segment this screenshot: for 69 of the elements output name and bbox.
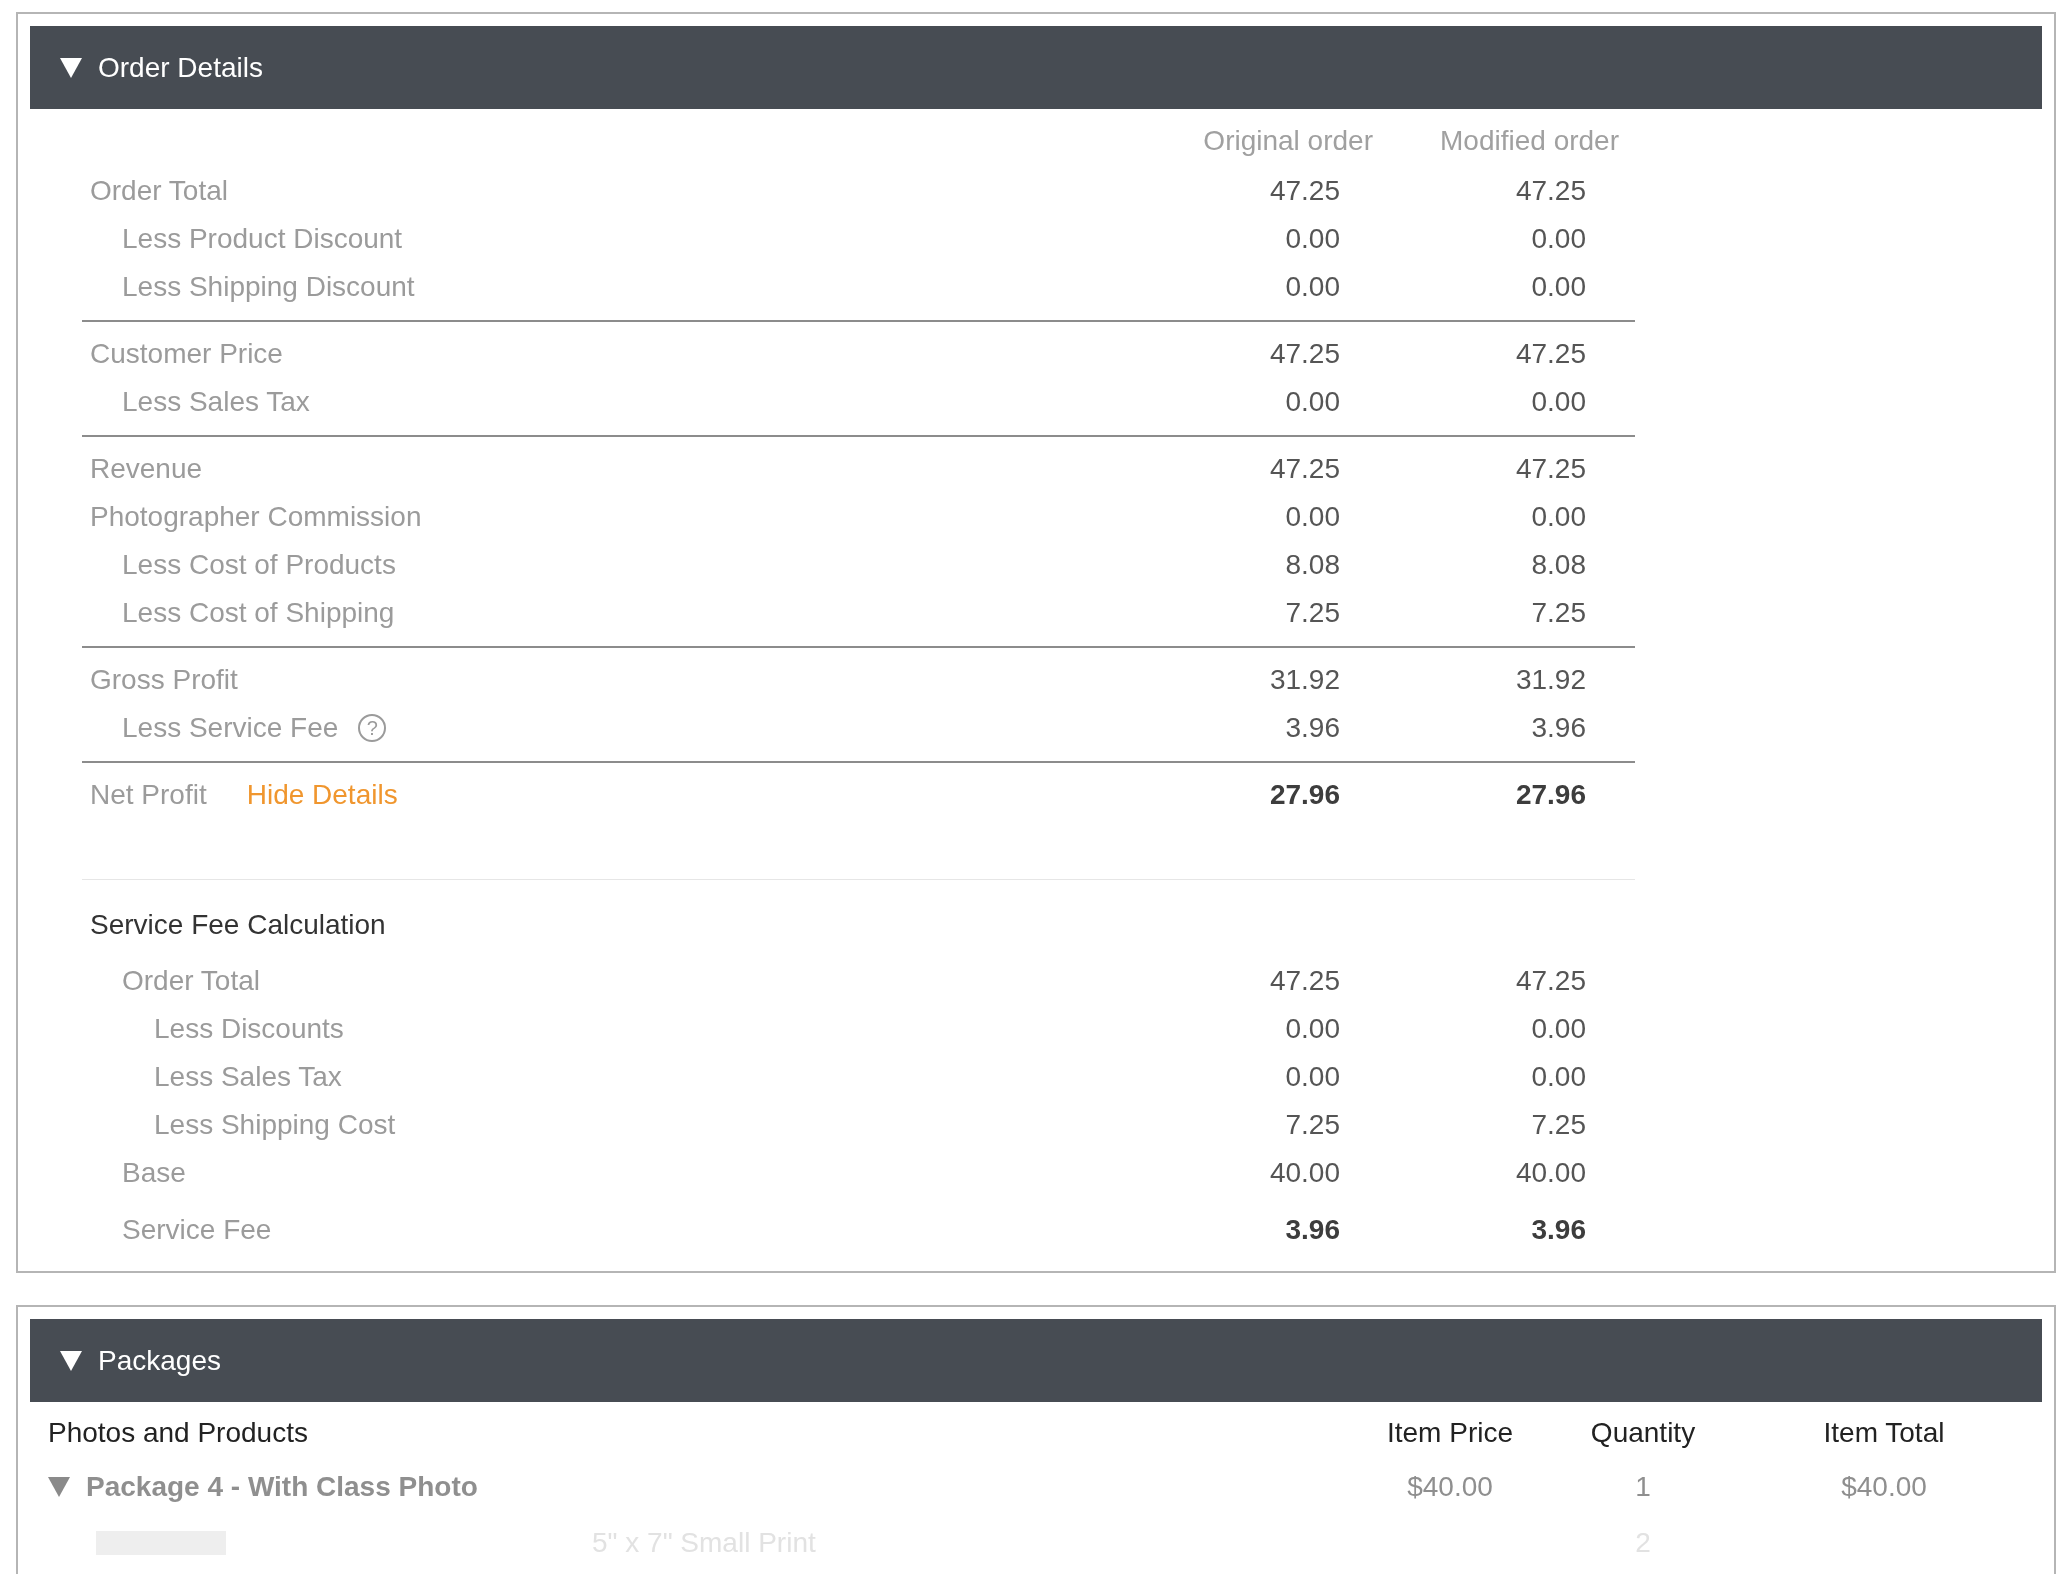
- column-header: Photos and Products: [48, 1416, 309, 1450]
- section-header[interactable]: Packages: [30, 1319, 2042, 1402]
- value-cell-text: 3.96: [1530, 1214, 1587, 1246]
- value-cell-text: 7.25: [1530, 597, 1587, 629]
- value-cell-text: 0.00: [1530, 223, 1587, 255]
- value-cell-text: 0.00: [1284, 1061, 1341, 1093]
- row-label: Revenue: [90, 453, 203, 485]
- value-cell-text: 47.25: [1514, 965, 1587, 997]
- value-cell-text: 7.25: [1530, 1109, 1587, 1141]
- row-label: Less Sales Tax: [154, 1061, 342, 1093]
- row-label: Less Cost of Shipping: [122, 597, 395, 629]
- value-cell-text: 47.25: [1268, 453, 1341, 485]
- value-cell-text: 47.25: [1514, 453, 1587, 485]
- table-cell-text: 1: [1634, 1471, 1652, 1503]
- value-cell-text: 0.00: [1530, 386, 1587, 418]
- value-cell-text: 47.25: [1268, 175, 1341, 207]
- value-cell-text: 27.96: [1268, 779, 1341, 811]
- value-cell-text: 3.96: [1284, 712, 1341, 744]
- table-cell-text: $40.00: [1406, 1471, 1494, 1503]
- value-cell-text: 0.00: [1284, 386, 1341, 418]
- value-cell-text: 47.25: [1268, 338, 1341, 370]
- value-cell-text: 31.92: [1514, 664, 1587, 696]
- value-cell-text: 8.08: [1530, 549, 1587, 581]
- row-label: Less Cost of Products: [122, 549, 396, 581]
- row-label: Gross Profit: [90, 664, 238, 696]
- row-label: Customer Price: [90, 338, 283, 370]
- value-cell-text: 27.96: [1514, 779, 1587, 811]
- row-label: Less Discounts: [154, 1013, 344, 1045]
- row-label: Less Product Discount: [122, 223, 403, 255]
- subsection-title: Service Fee Calculation: [90, 909, 386, 941]
- row-label: Photographer Commission: [90, 501, 422, 533]
- value-cell-text: 8.08: [1284, 549, 1341, 581]
- value-cell-text: 47.25: [1514, 175, 1587, 207]
- value-cell-text: 0.00: [1530, 1061, 1587, 1093]
- value-cell-text: 47.25: [1268, 965, 1341, 997]
- value-cell-text: 3.96: [1530, 712, 1587, 744]
- value-cell-text: 7.25: [1284, 1109, 1341, 1141]
- row-label: Less Shipping Cost: [154, 1109, 396, 1141]
- row-label: Service Fee: [122, 1214, 272, 1246]
- value-cell-text: 0.00: [1530, 501, 1587, 533]
- value-cell-text: 7.25: [1284, 597, 1341, 629]
- row-label: Less Sales Tax: [122, 386, 310, 418]
- package-name: Package 4 - With Class Photo: [86, 1471, 478, 1503]
- column-header: Item Price: [1386, 1416, 1514, 1450]
- column-header: Quantity: [1589, 1416, 1697, 1450]
- row-label: Net Profit: [90, 779, 207, 811]
- table-cell-text: $40.00: [1840, 1471, 1928, 1503]
- value-cell-text: 0.00: [1284, 223, 1341, 255]
- row-label: Order Total: [122, 965, 260, 997]
- section-header[interactable]: Order Details: [30, 26, 2042, 109]
- value-cell-text: 0.00: [1284, 501, 1341, 533]
- value-cell-text: 0.00: [1284, 271, 1341, 303]
- row-label: Less Service Fee: [122, 712, 339, 744]
- value-cell-text: 0.00: [1284, 1013, 1341, 1045]
- column-header: Modified order: [1439, 125, 1620, 157]
- row-label: Base: [122, 1157, 186, 1189]
- value-cell-text: 0.00: [1530, 1013, 1587, 1045]
- column-header: Item Total: [1822, 1416, 1946, 1450]
- column-header: Original order: [1202, 125, 1374, 157]
- section-title: Packages: [98, 1344, 221, 1377]
- value-cell-text: 0.00: [1530, 271, 1587, 303]
- value-cell-text: 47.25: [1514, 338, 1587, 370]
- value-cell-text: 3.96: [1284, 1214, 1341, 1246]
- value-cell-text: 40.00: [1514, 1157, 1587, 1189]
- section-title: Order Details: [98, 51, 263, 84]
- row-label: Less Shipping Discount: [122, 271, 415, 303]
- value-cell-text: 40.00: [1268, 1157, 1341, 1189]
- value-cell-text: 31.92: [1268, 664, 1341, 696]
- row-label: Order Total: [90, 175, 228, 207]
